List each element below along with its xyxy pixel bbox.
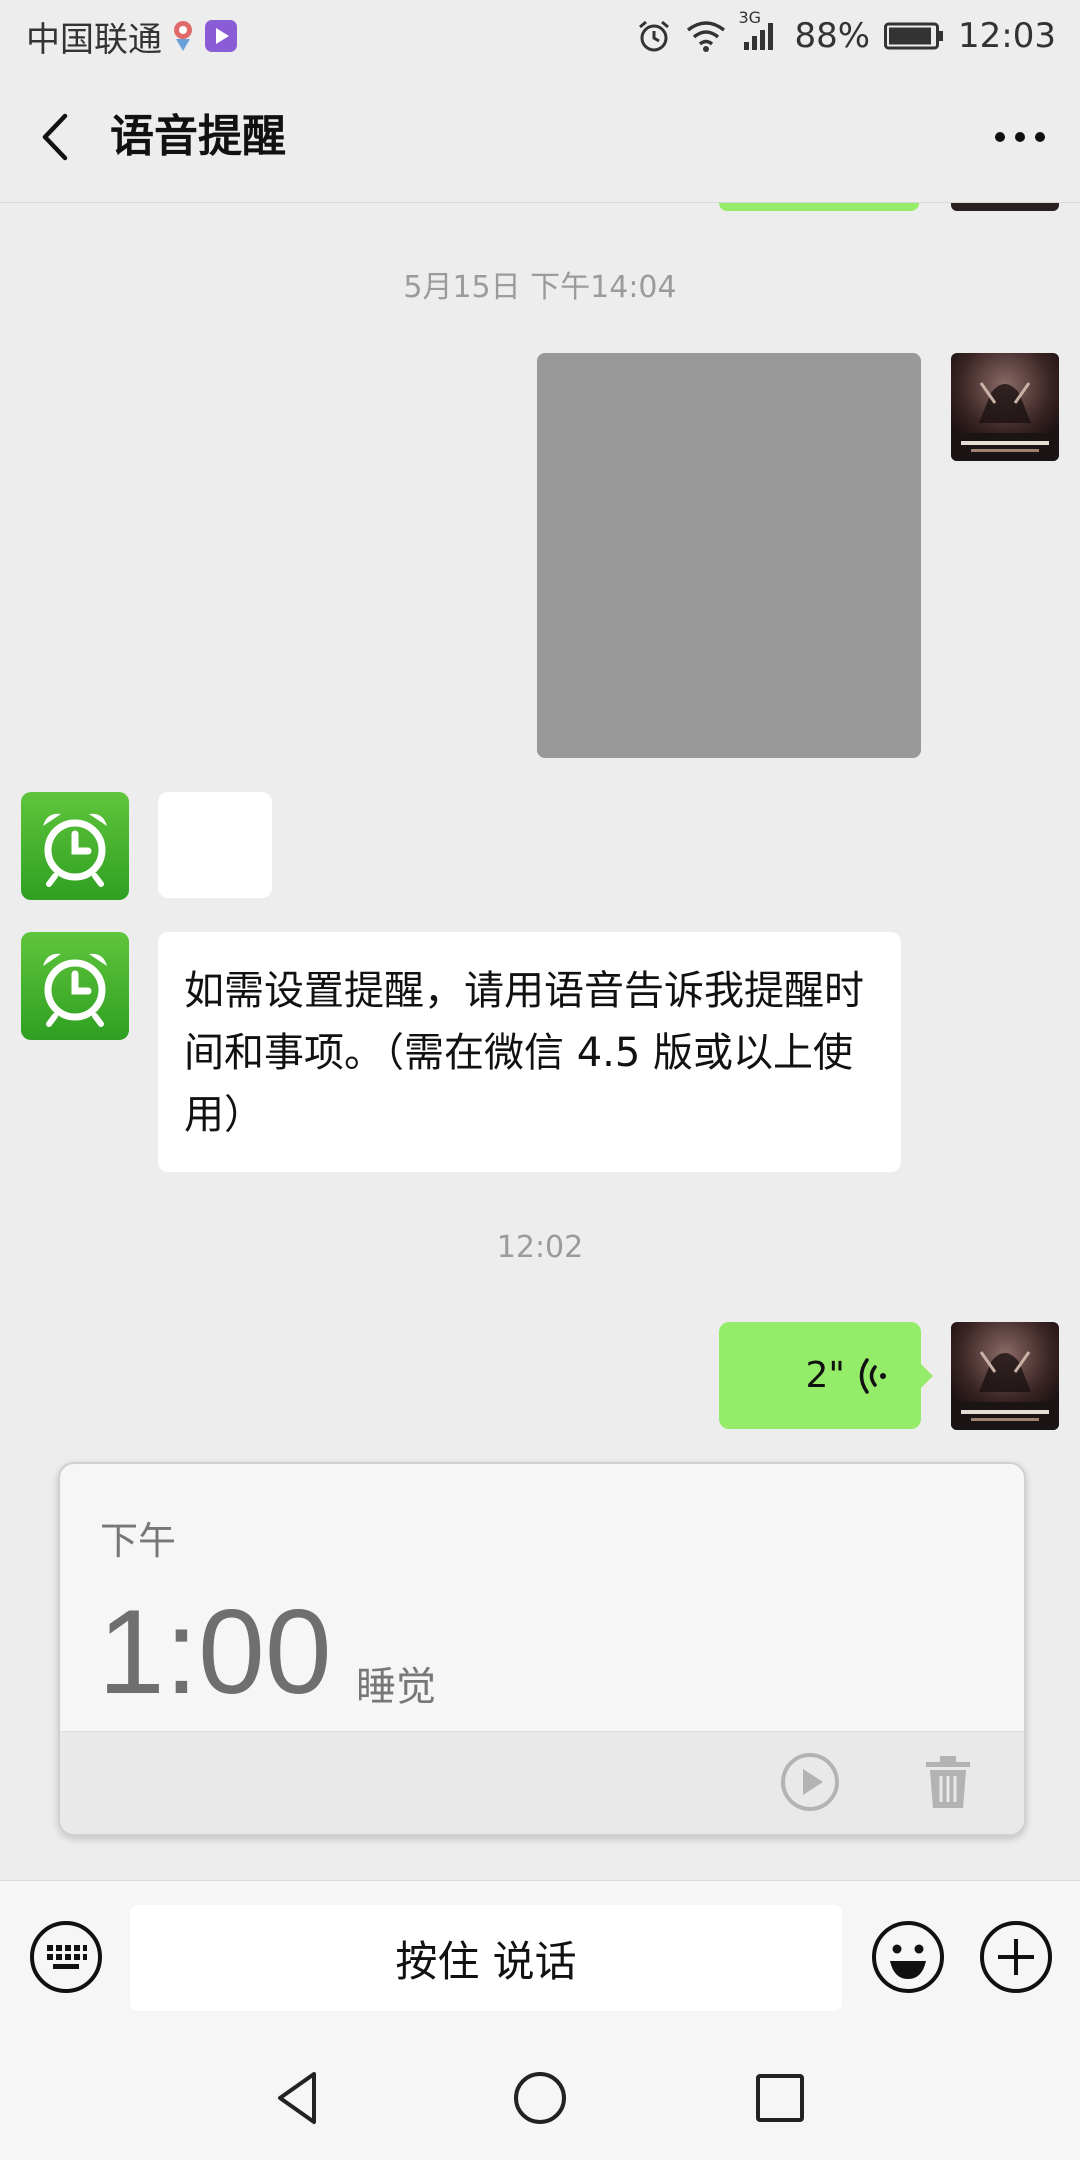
reminder-actions	[60, 1731, 1024, 1834]
location-pin-icon	[172, 19, 194, 53]
alarm-clock-icon	[43, 813, 107, 887]
chevron-left-icon	[42, 113, 68, 161]
chat-timestamp: 5月15日 下午14:04	[403, 270, 677, 305]
voice-wave-icon	[859, 1358, 886, 1394]
status-bar: 中国联通 3G 88% 12:03	[0, 0, 1080, 72]
emoji-icon	[872, 1921, 944, 1993]
trash-icon	[926, 1756, 970, 1808]
reminder-time: 1:00	[98, 1585, 332, 1719]
plus-icon	[980, 1921, 1052, 1993]
user-avatar-image	[951, 353, 1059, 461]
voice-duration-row: 2"	[806, 1348, 891, 1404]
user-avatar-image	[951, 1322, 1059, 1430]
keyboard-toggle-button[interactable]	[28, 1919, 104, 1995]
back-button[interactable]	[22, 104, 88, 170]
alarm-clock-icon	[43, 953, 107, 1027]
emoji-button[interactable]	[870, 1919, 946, 1995]
more-dots-icon	[995, 132, 1045, 142]
user-avatar[interactable]	[951, 1322, 1059, 1430]
page-title: 语音提醒	[110, 111, 286, 162]
circle-home-icon	[514, 2072, 566, 2124]
triangle-back-icon	[278, 2072, 316, 2124]
previous-avatar-edge	[951, 203, 1059, 211]
clock-time: 12:03	[958, 16, 1056, 56]
system-back-button[interactable]	[264, 2062, 336, 2134]
delete-button[interactable]	[916, 1750, 980, 1814]
voice-duration: 2"	[805, 1355, 845, 1396]
reminder-period: 下午	[100, 1519, 177, 1563]
voice-bubble-tail	[919, 1362, 933, 1390]
status-left: 中国联通	[26, 14, 238, 60]
bot-avatar[interactable]	[21, 792, 129, 900]
battery-percent: 88%	[794, 16, 871, 56]
battery-icon	[884, 21, 944, 51]
reminder-card[interactable]: 下午 1:00 睡觉	[58, 1462, 1026, 1836]
system-nav-bar	[0, 2032, 1080, 2160]
reminder-task: 睡觉	[356, 1664, 436, 1710]
more-functions-button[interactable]	[978, 1919, 1054, 1995]
bot-message-bubble[interactable]: 如需设置提醒，请用语音告诉我提醒时间和事项。（需在微信 4.5 版或以上使用）	[158, 932, 901, 1172]
video-app-icon	[204, 19, 238, 53]
system-home-button[interactable]	[504, 2062, 576, 2134]
chat-timestamp: 12:02	[496, 1230, 584, 1265]
carrier-name: 中国联通	[26, 19, 162, 60]
user-avatar[interactable]	[951, 353, 1059, 461]
bot-avatar[interactable]	[21, 932, 129, 1040]
nav-bar: 语音提醒	[0, 72, 1080, 203]
keyboard-icon	[30, 1921, 102, 1993]
sent-image[interactable]	[537, 353, 921, 758]
hold-to-talk-button[interactable]: 按住 说话	[130, 1905, 842, 2011]
wifi-icon	[686, 20, 726, 52]
bot-empty-bubble[interactable]	[158, 792, 272, 898]
play-button[interactable]	[778, 1750, 842, 1814]
network-type: 3G	[738, 8, 762, 27]
voice-message-bubble[interactable]: 2"	[719, 1322, 921, 1429]
play-icon	[781, 1753, 839, 1811]
more-options-button[interactable]	[984, 104, 1056, 170]
alarm-clock-icon	[636, 18, 672, 54]
system-recents-button[interactable]	[744, 2062, 816, 2134]
input-bar: 按住 说话	[0, 1880, 1080, 2033]
previous-message-edge	[719, 203, 919, 211]
signal-3g-icon: 3G	[738, 8, 780, 52]
status-right: 3G 88% 12:03	[636, 8, 1056, 58]
square-recents-icon	[756, 2074, 804, 2122]
